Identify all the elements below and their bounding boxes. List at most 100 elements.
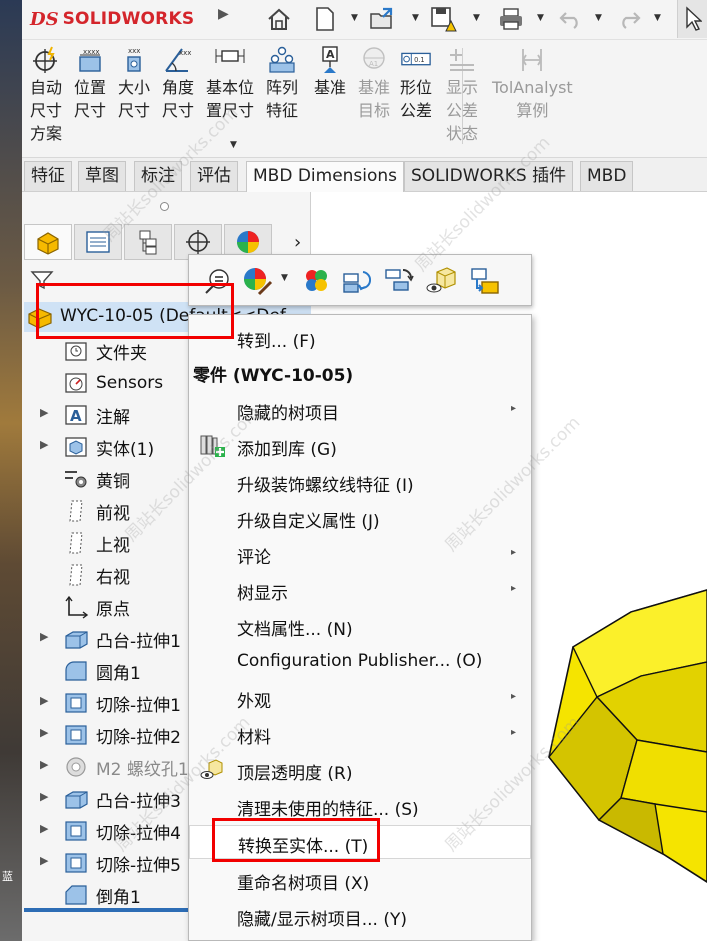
menu-item-appearance[interactable]: 外观 ▸	[189, 681, 531, 715]
tree-item-top-plane[interactable]: 上视	[62, 528, 130, 558]
ribbon-label: 基准 目标	[358, 78, 391, 120]
tree-item-cut-extrude1[interactable]: ▶ 切除-拉伸1	[40, 688, 181, 718]
tab-solidworks-addins[interactable]: SOLIDWORKS 插件	[404, 161, 574, 191]
expand-icon[interactable]: ▶	[40, 758, 48, 771]
menu-item-configuration-publisher[interactable]: Configuration Publisher... (O)	[189, 645, 531, 679]
featuremanager-tree-icon[interactable]	[24, 224, 72, 260]
menu-item-comments[interactable]: 评论 ▸	[189, 537, 531, 571]
save-warning-icon[interactable]	[428, 4, 458, 34]
angle-dimension-button[interactable]: xxx 角度 尺寸	[162, 44, 194, 122]
tab-mbd[interactable]: MBD	[580, 161, 634, 191]
propertymanager-icon[interactable]	[74, 224, 122, 260]
select-cursor-icon[interactable]	[677, 0, 707, 38]
expand-icon[interactable]: ▶	[40, 438, 48, 451]
auto-dimension-button[interactable]: 自动 尺寸 方案	[30, 44, 62, 145]
tab-evaluate[interactable]: 评估	[190, 161, 238, 191]
tree-item-label: M2 螺纹孔1	[96, 759, 189, 780]
rebuild-icon[interactable]	[341, 265, 373, 297]
svg-text:A1: A1	[369, 60, 378, 68]
redo-dropdown-icon[interactable]: ▼	[654, 13, 661, 23]
tree-item-boss-extrude1[interactable]: ▶ 凸台-拉伸1	[40, 624, 181, 654]
tree-item-annotations[interactable]: ▶ A 注解	[40, 400, 130, 430]
appearance-edit-icon[interactable]	[301, 265, 333, 297]
print-icon[interactable]	[496, 4, 526, 34]
rollback-bar[interactable]	[24, 908, 209, 912]
datum-target-button[interactable]: A1 基准 目标	[358, 44, 390, 122]
expand-icon[interactable]: ▶	[40, 630, 48, 643]
menu-item-go-to[interactable]: 转到... (F)	[189, 321, 531, 355]
menu-item-material[interactable]: 材料 ▸	[189, 717, 531, 751]
expand-icon[interactable]: ▶	[40, 854, 48, 867]
size-dimension-button[interactable]: xxx 大小 尺寸	[118, 44, 150, 122]
appearance-icon[interactable]	[241, 265, 273, 297]
geometric-tolerance-icon: 0.1	[400, 44, 432, 76]
tolanalyst-button[interactable]: TolAnalyst 算例	[492, 44, 573, 122]
menu-item-upgrade-cosmetic-thread[interactable]: 升级装饰螺纹线特征 (I)	[189, 465, 531, 499]
fillet-icon	[62, 658, 90, 684]
convert-icon[interactable]	[469, 265, 501, 297]
transparency-icon	[199, 757, 225, 783]
menu-item-document-properties[interactable]: 文档属性... (N)	[189, 609, 531, 643]
tab-markup[interactable]: 标注	[134, 161, 182, 191]
ribbon-expand-caret-icon[interactable]: ▼	[230, 140, 237, 150]
tree-item-material[interactable]: 黄铜	[62, 464, 130, 494]
tree-item-chamfer1[interactable]: 倒角1	[62, 880, 141, 910]
home-icon[interactable]	[264, 4, 294, 34]
tree-item-front-plane[interactable]: 前视	[62, 496, 130, 526]
location-dimension-button[interactable]: xxxx 位置 尺寸	[74, 44, 106, 122]
expand-icon[interactable]: ▶	[40, 822, 48, 835]
expand-icon[interactable]: ▶	[40, 726, 48, 739]
tree-item-m2-tapped-hole1[interactable]: ▶ M2 螺纹孔1	[40, 752, 189, 782]
tree-item-solid-bodies[interactable]: ▶ 实体(1)	[40, 432, 155, 462]
menu-item-add-to-library[interactable]: 添加到库 (G)	[189, 429, 531, 463]
pane-grip-icon[interactable]	[160, 202, 169, 211]
tree-item-label: 实体(1)	[96, 439, 155, 460]
menu-item-label: 转到... (F)	[237, 332, 316, 352]
tree-item-origin[interactable]: 原点	[62, 592, 130, 622]
feature-replace-icon[interactable]	[383, 265, 415, 297]
tree-item-cut-extrude2[interactable]: ▶ 切除-拉伸2	[40, 720, 181, 750]
geometric-tolerance-button[interactable]: 0.1 形位 公差	[400, 44, 432, 122]
configurationmanager-icon[interactable]	[124, 224, 172, 260]
show-tolerance-status-icon	[446, 44, 478, 76]
more-tabs-icon[interactable]: ›	[294, 232, 301, 253]
tree-item-history[interactable]: 文件夹	[62, 336, 147, 366]
undo-dropdown-icon[interactable]: ▼	[595, 13, 602, 23]
menu-item-rename-tree-item[interactable]: 重命名树项目 (X)	[189, 863, 531, 897]
save-dropdown-icon[interactable]: ▼	[473, 13, 480, 23]
redo-icon[interactable]	[614, 4, 644, 34]
transparency-icon[interactable]	[425, 265, 457, 297]
solidworks-logo[interactable]: DS SOLIDWORKS	[30, 7, 194, 31]
menu-item-upgrade-custom-properties[interactable]: 升级自定义属性 (J)	[189, 501, 531, 535]
tree-item-fillet1[interactable]: 圆角1	[62, 656, 141, 686]
appearance-dropdown-icon[interactable]: ▼	[281, 273, 288, 283]
tree-item-sensors[interactable]: Sensors	[62, 368, 163, 398]
expand-icon[interactable]: ▶	[40, 406, 48, 419]
undo-icon[interactable]	[556, 4, 586, 34]
print-dropdown-icon[interactable]: ▼	[537, 13, 544, 23]
menu-item-top-level-transparency[interactable]: 顶层透明度 (R)	[189, 753, 531, 787]
tree-item-cut-extrude5[interactable]: ▶ 切除-拉伸5	[40, 848, 181, 878]
menu-item-tree-display[interactable]: 树显示 ▸	[189, 573, 531, 607]
expand-icon[interactable]: ▶	[40, 694, 48, 707]
new-dropdown-icon[interactable]: ▼	[351, 13, 358, 23]
open-icon[interactable]	[368, 4, 398, 34]
tree-item-cut-extrude4[interactable]: ▶ 切除-拉伸4	[40, 816, 181, 846]
tree-item-right-plane[interactable]: 右视	[62, 560, 130, 590]
tab-mbd-dimensions[interactable]: MBD Dimensions	[246, 161, 405, 192]
menu-item-hide-show-tree-items[interactable]: 隐藏/显示树项目... (Y)	[189, 899, 531, 933]
expand-arrow-icon[interactable]: ▶	[218, 6, 229, 22]
tab-features[interactable]: 特征	[24, 161, 72, 191]
menu-item-hidden-tree-items[interactable]: 隐藏的树项目 ▸	[189, 393, 531, 427]
annotation-box-root	[36, 283, 234, 339]
expand-icon[interactable]: ▶	[40, 790, 48, 803]
sensors-icon	[62, 370, 90, 396]
show-tolerance-status-button[interactable]: 显示 公差 状态	[446, 44, 478, 145]
basic-location-dimension-button[interactable]: 基本位 置尺寸	[206, 44, 254, 122]
datum-button[interactable]: A 基准	[314, 44, 346, 99]
pattern-feature-button[interactable]: 阵列 特征	[266, 44, 298, 122]
open-dropdown-icon[interactable]: ▼	[412, 13, 419, 23]
new-document-icon[interactable]	[310, 4, 340, 34]
tree-item-boss-extrude3[interactable]: ▶ 凸台-拉伸3	[40, 784, 181, 814]
tab-sketch[interactable]: 草图	[78, 161, 126, 191]
